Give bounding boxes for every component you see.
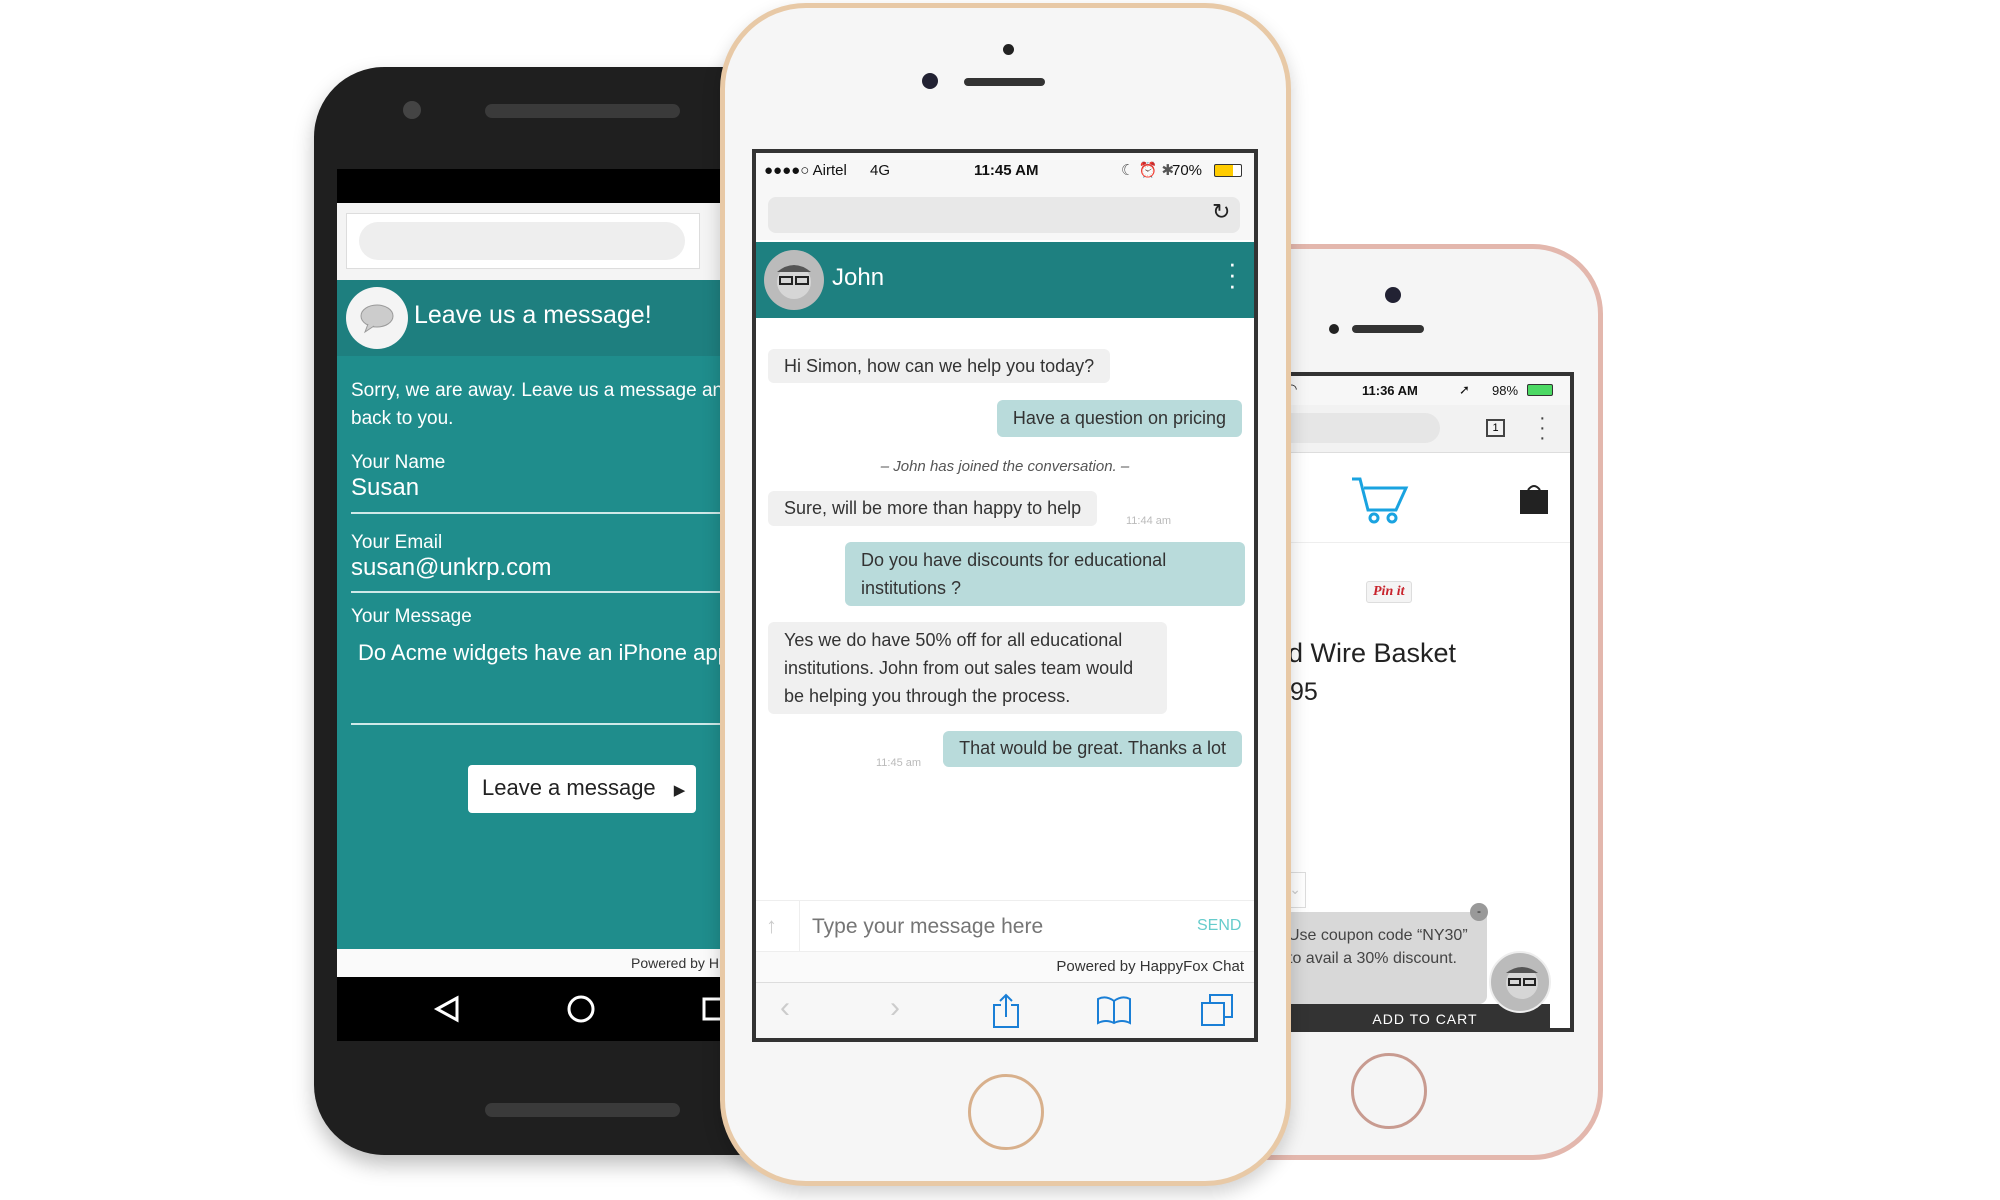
share-icon[interactable] <box>992 993 1020 1029</box>
speaker <box>1352 325 1424 333</box>
tabs-icon[interactable] <box>1200 993 1234 1027</box>
message-agent: Hi Simon, how can we help you today? <box>768 349 1111 383</box>
home-button[interactable] <box>1351 1053 1427 1129</box>
browser-bar: ↻ <box>756 187 1254 240</box>
sensor-dot <box>1329 324 1339 334</box>
chat-header: John · · · <box>756 242 1254 318</box>
front-camera <box>1385 287 1401 303</box>
battery-level: 70% <box>1172 162 1203 179</box>
safari-toolbar: ‹ › <box>756 982 1254 1038</box>
message-input[interactable] <box>812 911 1112 943</box>
product-title: d Wire Basket <box>1288 638 1457 668</box>
front-camera <box>922 73 938 89</box>
message-underline <box>351 723 767 725</box>
browser-bar <box>337 203 767 280</box>
battery-level: 98% <box>1492 383 1519 398</box>
name-underline <box>351 512 767 514</box>
battery-icon <box>1214 164 1242 177</box>
message-label: Your Message <box>351 606 472 627</box>
more-menu-icon[interactable]: · · · <box>1228 250 1237 298</box>
leave-message-label: Leave a message <box>482 775 656 800</box>
proximity-dot <box>1003 44 1014 55</box>
url-input[interactable] <box>359 222 685 260</box>
status-time: 11:36 AM <box>1362 383 1418 398</box>
home-icon[interactable] <box>566 994 596 1024</box>
shopping-bag-icon[interactable] <box>1518 482 1550 514</box>
chat-header: Leave us a message! <box>337 280 767 356</box>
powered-by: Powered by HappyFox Chat <box>1056 958 1244 975</box>
tabs-button[interactable]: 1 <box>1486 419 1505 437</box>
status-bar: ◠ 11:36 AM ➚ 98% <box>1250 376 1570 405</box>
name-field[interactable]: Susan <box>351 474 419 502</box>
powered-bar: Powered by HappyFox Chat <box>756 952 1254 982</box>
send-button[interactable]: SEND <box>1197 917 1241 935</box>
message-user: Have a question on pricing <box>996 400 1242 437</box>
message-time: 11:45 am <box>876 757 922 769</box>
message-agent: Yes we do have 50% off for all education… <box>768 622 1167 714</box>
url-input[interactable] <box>768 197 1240 233</box>
name-label: Your Name <box>351 452 446 473</box>
message-form: Sorry, we are away. Leave us a message a… <box>337 356 767 949</box>
bookmarks-icon[interactable] <box>1096 995 1132 1025</box>
speaker-grille-bottom <box>485 1103 680 1117</box>
chat-screen: ●●●●○ Airtel 4G 11:45 AM ☾ ⏰ ✱ 70% ↻ Joh… <box>752 149 1258 1042</box>
forward-icon[interactable]: › <box>890 991 900 1025</box>
email-underline <box>351 591 767 593</box>
email-label: Your Email <box>351 532 443 553</box>
play-arrow-icon: ▶ <box>673 782 686 799</box>
minimize-button[interactable]: - <box>1470 903 1488 921</box>
message-time: 11:44 am <box>1126 515 1172 527</box>
browser-bar: 1 · · · <box>1250 405 1570 453</box>
back-icon[interactable]: ‹ <box>780 991 790 1025</box>
status-time: 11:45 AM <box>974 162 1039 179</box>
away-text-2: back to you. <box>351 408 454 429</box>
carrier: ●●●●○ Airtel <box>764 162 847 179</box>
reload-icon[interactable]: ↻ <box>1212 199 1230 225</box>
header-title: Leave us a message! <box>414 301 652 329</box>
agent-avatar[interactable] <box>1489 951 1551 1013</box>
speaker <box>964 78 1045 86</box>
back-icon[interactable] <box>433 995 461 1023</box>
system-message: – John has joined the conversation. – <box>880 458 1130 475</box>
message-user: That would be great. Thanks a lot <box>943 731 1242 767</box>
away-text: Sorry, we are away. Leave us a message a… <box>351 380 724 401</box>
message-agent: Sure, will be more than happy to help <box>768 491 1098 526</box>
network: 4G <box>870 162 891 179</box>
location-icon: ➚ <box>1459 382 1470 397</box>
moon-alarm-bluetooth-icons: ☾ ⏰ ✱ <box>1121 162 1175 179</box>
shop-screen: ◠ 11:36 AM ➚ 98% 1 · · · Pin it d Wire Bas… <box>1250 372 1574 1032</box>
more-menu-icon[interactable]: · · · <box>1539 408 1546 448</box>
email-field[interactable]: susan@unkrp.com <box>351 554 551 582</box>
pin-it-button[interactable]: Pin it <box>1366 581 1412 603</box>
chat-bubble-icon <box>346 287 408 349</box>
agent-name: John <box>832 264 885 291</box>
cart-logo-icon <box>1352 477 1409 524</box>
battery-icon <box>1527 384 1553 396</box>
speaker-grille <box>485 104 680 118</box>
android-screen: Leave us a message! Sorry, we are away. … <box>337 169 767 1041</box>
message-field[interactable]: Do Acme widgets have an iPhone app <box>358 640 730 666</box>
leave-message-button[interactable]: Leave a message ▶ <box>468 765 696 813</box>
android-nav-bar <box>337 977 767 1041</box>
home-button[interactable] <box>968 1074 1044 1150</box>
agent-avatar <box>764 250 824 310</box>
coupon-text: Use coupon code “NY30” to avail a 30% di… <box>1288 927 1468 967</box>
message-user: Do you have discounts for educational in… <box>845 542 1245 606</box>
powered-by: Powered by H <box>631 955 719 971</box>
front-camera <box>403 101 421 119</box>
upload-arrow-icon[interactable]: ↑ <box>766 913 777 939</box>
powered-bar: Powered by H <box>337 949 767 977</box>
message-composer: ↑ SEND <box>756 900 1254 953</box>
status-bar: ●●●●○ Airtel 4G 11:45 AM ☾ ⏰ ✱ 70% <box>756 153 1254 187</box>
add-to-cart-label: ADD TO CART <box>1372 1011 1478 1027</box>
product-price: 95 <box>1290 678 1318 706</box>
